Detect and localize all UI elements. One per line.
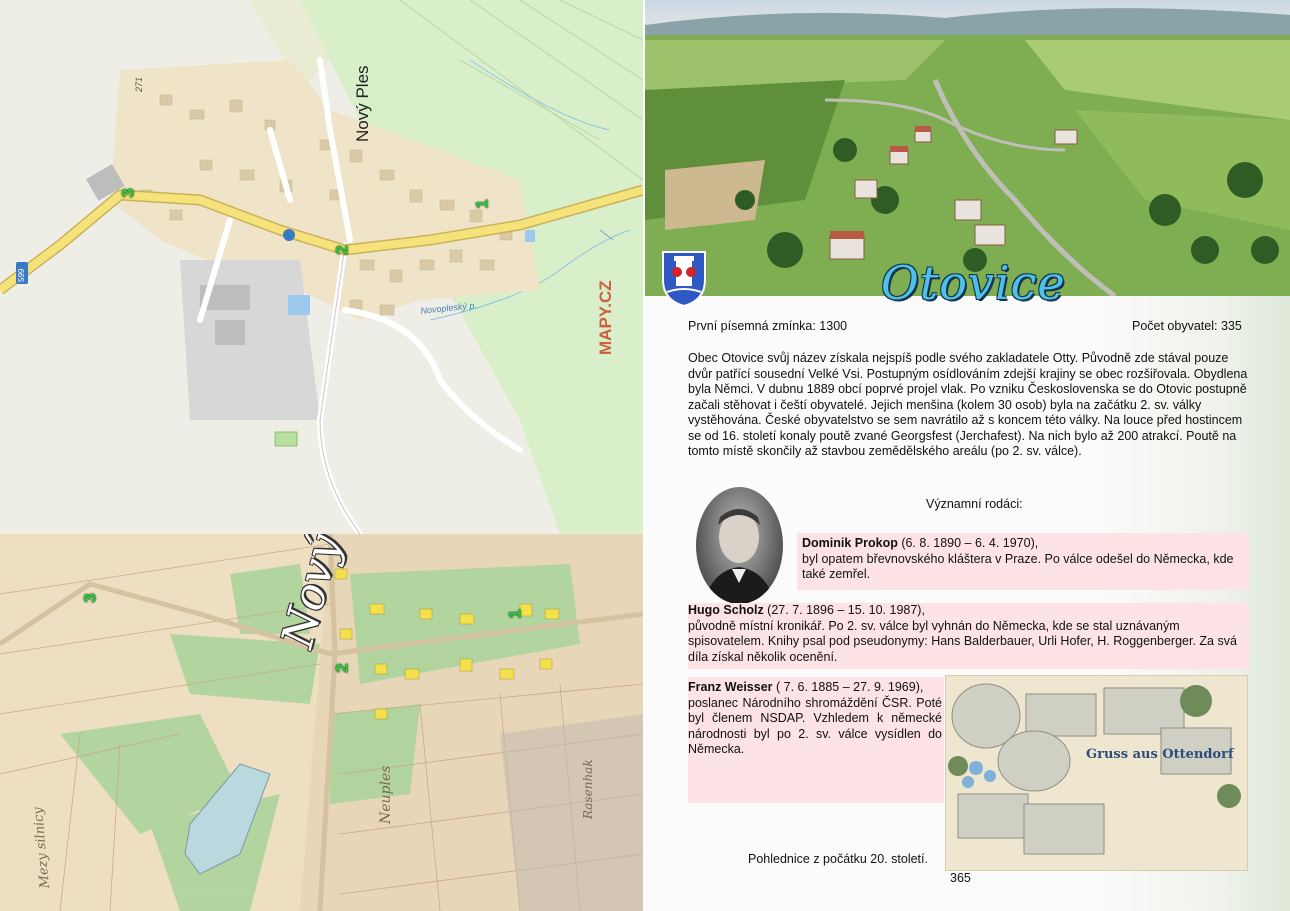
postcard-caption: Pohlednice z počátku 20. století.	[748, 852, 928, 866]
person-bio-prokop: byl opatem břevnovského kláštera v Praze…	[802, 551, 1234, 582]
person-dates-scholz: (27. 7. 1896 – 15. 10. 1987),	[763, 603, 925, 617]
mapy-watermark: MAPY.CZ	[596, 280, 615, 355]
person-dates-prokop: (6. 8. 1890 – 6. 4. 1970),	[897, 536, 1039, 550]
cadastral-map: Nový Ples Neuples Mezy silnicy Rasenhak …	[0, 534, 643, 911]
village-label-modern: Nový Ples	[353, 65, 372, 142]
history-paragraph: Obec Otovice svůj název získala nejspíš …	[688, 351, 1248, 458]
postcard-greeting: Gruss aus Ottendorf	[1086, 747, 1235, 762]
person-text-weisser: Franz Weisser ( 7. 6. 1885 – 27. 9. 1969…	[688, 680, 942, 758]
cadastral-marker-2: 2	[332, 663, 352, 673]
cadastral-marker-1: 1	[505, 609, 525, 619]
cadastral-label-neuples: Neuples	[378, 765, 394, 824]
person-name-weisser: Franz Weisser	[688, 680, 773, 694]
cadastral-label-rasenhak: Rasenhak	[581, 759, 595, 819]
person-bio-scholz: původně místní kronikář. Po 2. sv. válce…	[688, 618, 1237, 664]
first-mention: První písemná zmínka: 1300	[688, 319, 848, 333]
person-name-scholz: Hugo Scholz	[688, 603, 764, 617]
aerial-photo	[645, 0, 1290, 296]
cadastral-marker-3: 3	[80, 593, 100, 603]
coat-of-arms-icon	[662, 251, 706, 308]
population: Počet obyvatel: 335	[1132, 319, 1242, 333]
notables-heading: Významní rodáci:	[926, 497, 1023, 511]
person-text-prokop: Dominik Prokop (6. 8. 1890 – 6. 4. 1970)…	[802, 536, 1242, 583]
map-marker-1: 1	[472, 199, 492, 209]
person-text-scholz: Hugo Scholz (27. 7. 1896 – 15. 10. 1987)…	[688, 603, 1240, 665]
map-marker-3: 3	[118, 188, 138, 198]
modern-map: Nový Ples Novopleský p. MAPY.CZ 599 271 …	[0, 0, 643, 534]
town-page: Otovice První písemná zmínka: 1300 Počet…	[645, 0, 1290, 911]
person-name-prokop: Dominik Prokop	[802, 536, 898, 550]
person-bio-weisser: poslanec Národního shromáždění ČSR. Poté…	[688, 695, 942, 757]
map-marker-2: 2	[332, 245, 352, 255]
height-label: 271	[134, 76, 144, 92]
portrait-photo	[696, 487, 783, 604]
modern-map-graphic	[0, 0, 643, 534]
page-number: 365	[950, 871, 971, 885]
postcard-image: Gruss aus Ottendorf	[945, 675, 1248, 871]
person-dates-weisser: ( 7. 6. 1885 – 27. 9. 1969),	[772, 680, 924, 694]
road-number-label: 599	[17, 268, 26, 282]
town-title: Otovice	[881, 256, 1066, 310]
